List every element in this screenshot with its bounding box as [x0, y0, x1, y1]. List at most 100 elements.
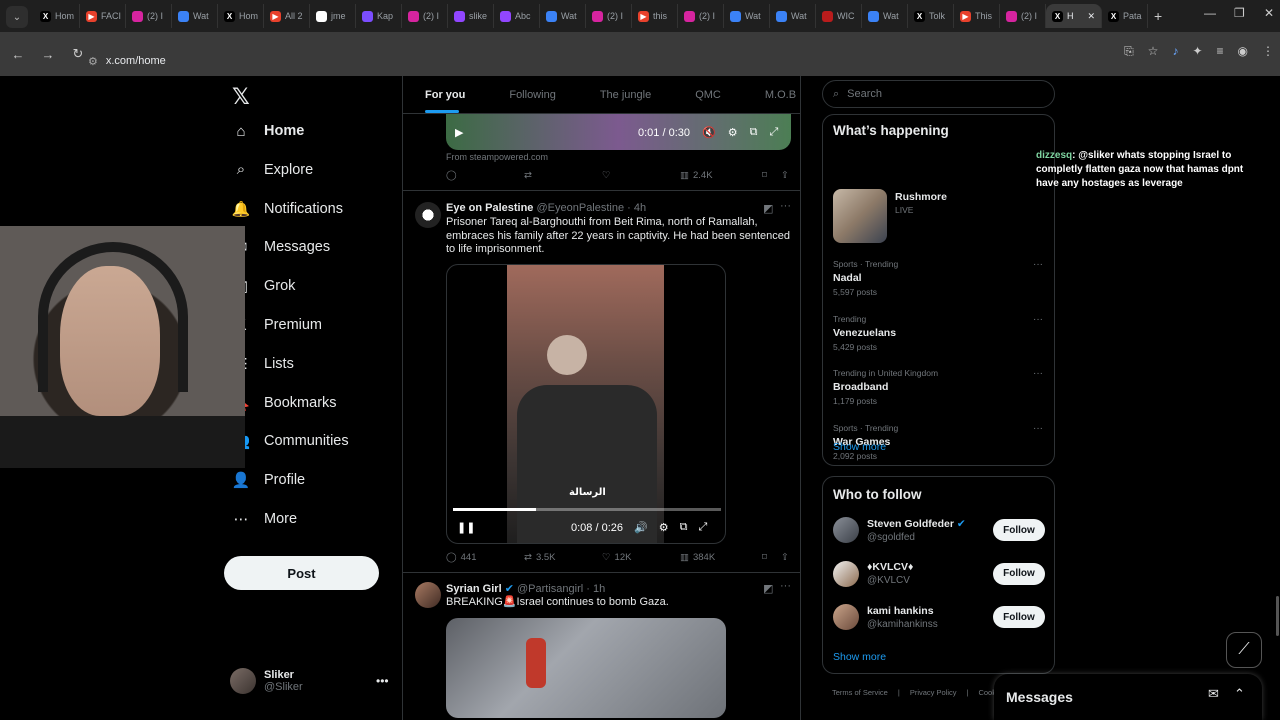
x-logo-icon[interactable]: 𝕏: [232, 84, 250, 110]
avatar[interactable]: [833, 560, 859, 587]
address-bar[interactable]: ⚙ x.com/home: [88, 50, 1088, 72]
follow-button[interactable]: Follow: [993, 519, 1045, 541]
nav-item-communities[interactable]: 👥Communities: [232, 432, 349, 450]
pip-icon[interactable]: ⧉: [680, 521, 688, 534]
follow-button[interactable]: Follow: [993, 562, 1045, 585]
reply-button[interactable]: ◯: [446, 170, 524, 181]
tab-the-jungle[interactable]: The jungle: [578, 89, 673, 101]
follow-suggestion[interactable]: kami hankins @kamihankinss Follow: [833, 604, 1045, 630]
trend-more-icon[interactable]: ···: [1033, 259, 1043, 270]
browser-menu-icon[interactable]: ⋮: [1262, 44, 1274, 59]
footer-link[interactable]: Privacy Policy: [910, 688, 957, 697]
grok-icon[interactable]: ◩: [763, 202, 773, 215]
browser-tab[interactable]: Kap: [356, 4, 402, 28]
share-icon[interactable]: ⇪: [781, 170, 789, 181]
trend-item[interactable]: Trending in United Kingdom Broadband 1,179…: [833, 368, 1045, 406]
settings-gear-icon[interactable]: ⚙: [728, 126, 738, 139]
post-video-player[interactable]: الرسالة ❚❚ 0:08 / 0:26 🔊 ⚙ ⧉ ⤢: [446, 264, 726, 544]
browser-tab[interactable]: Wat: [540, 4, 586, 28]
trend-more-icon[interactable]: ···: [1033, 423, 1043, 434]
bookmark-icon[interactable]: ⌑: [762, 170, 767, 181]
reading-list-icon[interactable]: ≡: [1217, 44, 1224, 59]
nav-item-profile[interactable]: 👤 Profile: [232, 471, 305, 489]
browser-tab[interactable]: X Pata: [1102, 4, 1148, 28]
nav-item-premium[interactable]: 𝕏Premium: [232, 316, 322, 334]
nav-item-messages[interactable]: ✉Messages: [232, 238, 330, 256]
browser-tab[interactable]: Abc: [494, 4, 540, 28]
browser-tab[interactable]: X Tolk: [908, 4, 954, 28]
grok-floating-button[interactable]: ⟋: [1226, 632, 1262, 668]
pause-icon[interactable]: ❚❚: [457, 521, 475, 534]
follow-button[interactable]: Follow: [993, 606, 1045, 628]
grok-icon[interactable]: ◩: [763, 582, 773, 595]
browser-tab[interactable]: (2) I: [678, 4, 724, 28]
browser-tab[interactable]: ▶ FACI: [80, 4, 126, 28]
nav-item-more[interactable]: ⋯ More: [232, 510, 298, 528]
post-more-icon[interactable]: ···: [780, 580, 791, 592]
account-more-icon[interactable]: •••: [376, 674, 389, 688]
fullscreen-icon[interactable]: ⤢: [698, 521, 707, 534]
install-app-icon[interactable]: ⎘: [1124, 44, 1134, 59]
tab-m-o-b[interactable]: M.O.B: [743, 89, 800, 101]
author-name[interactable]: Eye on Palestine: [446, 202, 533, 214]
scrollbar[interactable]: [1276, 596, 1279, 636]
search-input[interactable]: ⌕ Search: [822, 80, 1055, 108]
footer-link[interactable]: Terms of Service: [832, 688, 888, 697]
browser-tab[interactable]: jme: [310, 4, 356, 28]
account-switcher[interactable]: Sliker @Sliker: [230, 668, 303, 694]
site-info-icon[interactable]: ⚙: [88, 55, 98, 68]
audio-playing-icon[interactable]: ♪: [1172, 44, 1178, 59]
browser-tab[interactable]: ▶ This: [954, 4, 1000, 28]
browser-tab[interactable]: X Hom: [218, 4, 264, 28]
close-window-icon[interactable]: ✕: [1264, 6, 1274, 20]
avatar[interactable]: [415, 582, 441, 608]
browser-tab[interactable]: Wat: [770, 4, 816, 28]
avatar[interactable]: [415, 202, 441, 228]
post-button[interactable]: Post: [224, 556, 379, 590]
post-image[interactable]: [446, 618, 726, 718]
volume-icon[interactable]: 🔊: [634, 521, 648, 534]
expand-up-icon[interactable]: ⌃: [1234, 686, 1245, 702]
tab-search-chevron-icon[interactable]: ⌄: [6, 6, 28, 28]
show-more-link[interactable]: Show more: [833, 441, 886, 453]
browser-tab[interactable]: Wat: [724, 4, 770, 28]
forward-arrow-icon[interactable]: →: [36, 42, 60, 66]
browser-tab[interactable]: Wat: [172, 4, 218, 28]
share-icon[interactable]: ⇪: [781, 552, 789, 563]
back-arrow-icon[interactable]: ←: [6, 42, 30, 66]
trend-more-icon[interactable]: ···: [1033, 368, 1043, 379]
tab-for-you[interactable]: For you: [403, 89, 487, 101]
browser-tab[interactable]: (2) I: [586, 4, 632, 28]
nav-item-home[interactable]: ⌂ Home: [232, 122, 304, 140]
like-button[interactable]: ♡ 12K: [602, 552, 680, 563]
author-handle[interactable]: @EyeonPalestine: [537, 202, 625, 214]
browser-tab[interactable]: ▶ this: [632, 4, 678, 28]
new-tab-icon[interactable]: +: [1154, 8, 1162, 24]
nav-item-explore[interactable]: ⌕ Explore: [232, 161, 313, 179]
nav-item-bookmarks[interactable]: 🔖Bookmarks: [232, 394, 337, 412]
extensions-icon[interactable]: ✦: [1192, 44, 1202, 59]
mute-icon[interactable]: 🔇: [702, 126, 716, 139]
post-more-icon[interactable]: ···: [780, 200, 791, 212]
post-time[interactable]: 1h: [593, 583, 605, 595]
live-title[interactable]: Rushmore: [895, 191, 947, 203]
browser-tab[interactable]: (2) I: [1000, 4, 1046, 28]
post-time[interactable]: 4h: [634, 202, 646, 214]
bookmark-icon[interactable]: ⌑: [762, 552, 767, 563]
reply-button[interactable]: ◯ 441: [446, 552, 524, 563]
trend-more-icon[interactable]: ···: [1033, 314, 1043, 325]
browser-tab[interactable]: X H ✕: [1046, 4, 1102, 28]
profile-avatar-icon[interactable]: ◉: [1238, 44, 1248, 59]
repost-button[interactable]: ⇄ 3.5K: [524, 552, 602, 563]
browser-tab[interactable]: (2) I: [126, 4, 172, 28]
close-tab-icon[interactable]: ✕: [1087, 11, 1095, 22]
follow-suggestion[interactable]: ♦KVLCV♦ @KVLCV Follow: [833, 560, 1045, 587]
bookmark-star-icon[interactable]: ☆: [1148, 44, 1159, 59]
pip-icon[interactable]: ⧉: [750, 126, 758, 139]
trend-item[interactable]: Trending Venezuelans 5,429 posts ···: [833, 314, 1045, 352]
browser-tab[interactable]: X Hom: [34, 4, 80, 28]
views-button[interactable]: ▥ 384K: [680, 552, 758, 563]
fullscreen-icon[interactable]: ⤢: [769, 126, 778, 139]
avatar[interactable]: [833, 604, 859, 630]
like-button[interactable]: ♡: [602, 170, 680, 181]
